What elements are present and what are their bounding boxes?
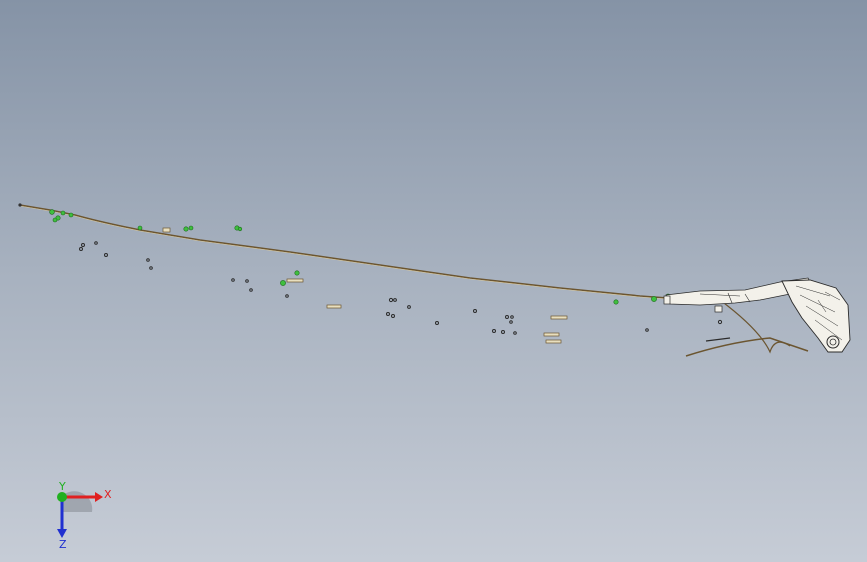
x-axis-label: X xyxy=(104,488,112,501)
graphics-viewport[interactable]: X Y Z xyxy=(0,0,867,562)
z-axis-label: Z xyxy=(59,538,67,551)
branch-cable[interactable] xyxy=(705,337,731,342)
y-axis-dot xyxy=(57,492,67,502)
branch-cable[interactable] xyxy=(685,337,809,357)
clip xyxy=(68,212,74,218)
cable-end-terminal[interactable] xyxy=(18,203,22,207)
clip xyxy=(237,226,243,232)
cable-assembly-model[interactable] xyxy=(0,0,867,562)
fastener xyxy=(104,253,108,257)
sleeve xyxy=(286,278,304,283)
clip xyxy=(294,270,300,276)
bracket-grommet xyxy=(826,335,840,349)
clip xyxy=(280,280,286,286)
y-axis-label: Y xyxy=(58,482,66,493)
fastener xyxy=(81,243,85,247)
fastener xyxy=(473,309,477,313)
fastener xyxy=(501,330,505,334)
z-axis-arrow xyxy=(57,529,67,538)
fastener xyxy=(231,278,235,282)
sleeve xyxy=(543,332,560,337)
clip xyxy=(60,210,66,216)
main-cable[interactable] xyxy=(19,204,669,299)
clip xyxy=(137,225,143,231)
fastener xyxy=(146,258,150,262)
clip xyxy=(651,296,657,302)
fastener xyxy=(513,331,517,335)
fastener xyxy=(492,329,496,333)
clip xyxy=(188,225,194,231)
sleeve xyxy=(162,227,171,233)
sleeve xyxy=(545,339,562,344)
fastener xyxy=(249,288,253,292)
fastener xyxy=(645,328,649,332)
fastener xyxy=(245,279,249,283)
bracket-component[interactable] xyxy=(663,277,851,353)
clip xyxy=(183,226,189,232)
x-axis-arrow xyxy=(95,492,103,502)
fastener xyxy=(407,305,411,309)
fastener xyxy=(509,320,513,324)
sleeve xyxy=(550,315,568,320)
bracket-housing xyxy=(781,279,851,353)
fastener xyxy=(79,247,83,251)
fastener-group[interactable] xyxy=(79,241,723,335)
fastener xyxy=(149,266,153,270)
fastener xyxy=(94,241,98,245)
fastener xyxy=(388,297,394,303)
fastener xyxy=(393,298,397,302)
fastener xyxy=(285,294,289,298)
coordinate-triad: X Y Z xyxy=(57,482,112,551)
clip xyxy=(52,217,58,223)
fastener xyxy=(510,315,514,319)
fastener xyxy=(386,312,390,316)
fastener xyxy=(435,321,439,325)
clip xyxy=(613,299,619,305)
fastener xyxy=(717,319,723,325)
fastener xyxy=(505,315,509,319)
sleeve-group[interactable] xyxy=(162,227,568,344)
main-cable-highlight xyxy=(19,205,669,300)
clip xyxy=(49,209,55,215)
bracket-connector xyxy=(714,305,723,313)
fastener xyxy=(391,314,395,318)
sleeve xyxy=(326,304,342,309)
bracket-connector xyxy=(663,295,671,305)
triad-shadow xyxy=(62,491,93,512)
